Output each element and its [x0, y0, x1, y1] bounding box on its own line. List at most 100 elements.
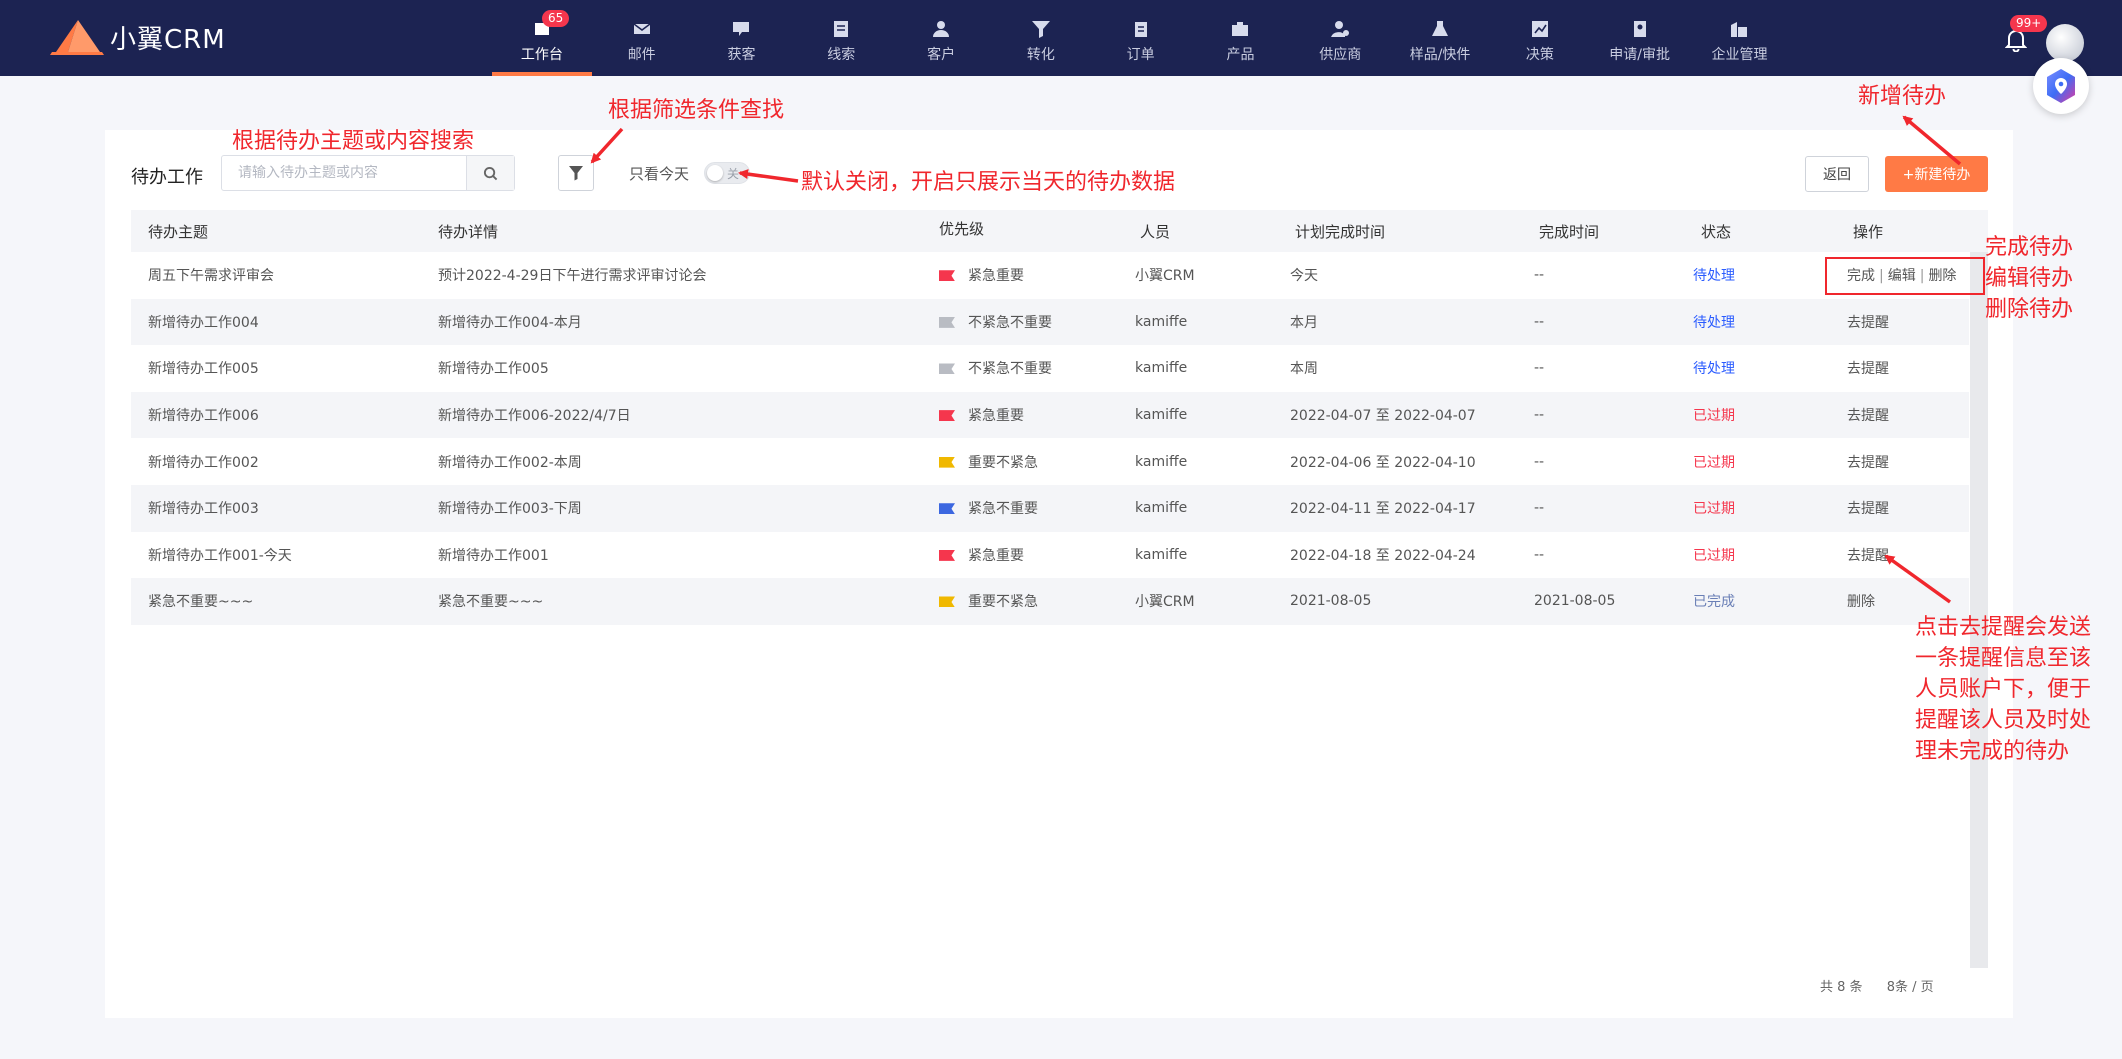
- nav-item-label: 客户: [927, 47, 956, 63]
- nav-item-9[interactable]: 供应商: [1290, 0, 1390, 76]
- chart-icon: [1529, 18, 1551, 40]
- todo-priority: 紧急重要: [939, 405, 1024, 425]
- row-action-link[interactable]: 去提醒: [1847, 455, 1889, 471]
- priority-label: 紧急重要: [968, 408, 1024, 425]
- row-action-link[interactable]: 去提醒: [1847, 315, 1889, 331]
- row-action-link[interactable]: 去提醒: [1847, 501, 1889, 517]
- row-action-link[interactable]: 去提醒: [1847, 408, 1889, 424]
- table-row[interactable]: 新增待办工作002 新增待办工作002-本周 重要不紧急 kamiffe 2022-04…: [131, 438, 1969, 485]
- table-row[interactable]: 新增待办工作005 新增待办工作005 不紧急不重要 kamiffe 本周 -- 待处理 去提…: [131, 345, 1969, 392]
- priority-flag-icon: [939, 270, 955, 282]
- todo-person: kamiffe: [1135, 360, 1188, 377]
- toggle-knob: [707, 165, 723, 181]
- todo-subject: 紧急不重要~~~: [148, 594, 254, 611]
- annotation-remind: 点击去提醒会发送 一条提醒信息至该 人员账户下，便于 提醒该人员及时处 理未完成…: [1915, 612, 2091, 767]
- annotation-ops: 完成待办 编辑待办 删除待办: [1985, 232, 2073, 325]
- todo-subject: 新增待办工作003: [148, 501, 259, 518]
- annotation-remind-line: 理未完成的待办: [1915, 739, 2070, 764]
- nav-item-6[interactable]: 转化: [991, 0, 1091, 76]
- search-icon: [483, 166, 498, 180]
- nav-item-8[interactable]: 产品: [1191, 0, 1291, 76]
- todo-table: 待办主题 待办详情 优先级 人员 计划完成时间 完成时间 状态 操作 周五下午需…: [131, 210, 1988, 625]
- row-actions: 删除: [1847, 591, 1875, 611]
- back-button[interactable]: 返回: [1805, 156, 1869, 192]
- nav-item-1[interactable]: 工作台 65: [492, 0, 592, 76]
- row-actions: 去提醒: [1847, 312, 1889, 332]
- assistant-logo-icon: [2047, 69, 2075, 103]
- row-action-link[interactable]: 去提醒: [1847, 361, 1889, 377]
- row-action-link[interactable]: 去提醒: [1847, 548, 1889, 564]
- order-icon: [1130, 18, 1152, 40]
- todo-planned-time: 本月: [1290, 314, 1318, 331]
- todo-planned-time: 今天: [1290, 268, 1318, 285]
- todo-done-time: --: [1534, 500, 1545, 517]
- pagination: 共 8 条 8条 / 页: [1820, 976, 1934, 995]
- table-scrollbar[interactable]: [1970, 252, 1988, 968]
- nav-item-3[interactable]: 获客: [692, 0, 792, 76]
- nav-item-5[interactable]: 客户: [891, 0, 991, 76]
- row-actions: 去提醒: [1847, 358, 1889, 378]
- new-todo-button[interactable]: +新建待办: [1885, 156, 1988, 192]
- nav-item-2[interactable]: 邮件: [592, 0, 692, 76]
- todo-detail: 新增待办工作005: [438, 361, 549, 378]
- supplier-icon: [1329, 18, 1351, 40]
- todo-priority: 紧急不重要: [939, 498, 1038, 518]
- row-actions: 去提醒: [1847, 498, 1889, 518]
- todo-person: kamiffe: [1135, 453, 1188, 470]
- search-button[interactable]: [466, 156, 514, 190]
- nav-item-label: 线索: [827, 47, 856, 63]
- lead-icon: [830, 18, 852, 40]
- annotation-filter: 根据筛选条件查找: [608, 98, 785, 123]
- column-header-person: 人员: [1140, 222, 1171, 241]
- annotation-ops-edit: 编辑待办: [1985, 266, 2074, 291]
- todo-person: kamiffe: [1135, 313, 1188, 330]
- today-only-toggle[interactable]: 关: [704, 162, 750, 184]
- priority-flag-icon: [939, 410, 955, 422]
- notification-badge: 99+: [2010, 15, 2048, 32]
- search-input[interactable]: [222, 156, 466, 190]
- table-row[interactable]: 新增待办工作006 新增待办工作006-2022/4/7日 紧急重要 kamiffe 2…: [131, 391, 1969, 439]
- table-row[interactable]: 新增待办工作003 新增待办工作003-下周 紧急不重要 kamiffe 2022-04…: [131, 484, 1969, 532]
- annotation-toggle: 默认关闭，开启只展示当天的待办数据: [801, 170, 1176, 195]
- row-action-link[interactable]: 删除: [1847, 594, 1875, 610]
- todo-subject: 新增待办工作002: [148, 454, 259, 471]
- todo-subject: 新增待办工作001-今天: [148, 547, 292, 564]
- building-icon: [1728, 18, 1750, 40]
- filter-button[interactable]: [558, 155, 594, 191]
- nav-item-10[interactable]: 样品/快件: [1390, 0, 1490, 76]
- table-row[interactable]: 新增待办工作004 新增待办工作004-本月 不紧急不重要 kamiffe 本月 -- 待处…: [131, 298, 1969, 346]
- status-badge: 已完成: [1693, 594, 1735, 611]
- annotation-remind-line: 一条提醒信息至该: [1915, 646, 2092, 671]
- nav-item-label: 获客: [727, 47, 756, 63]
- todo-done-time: 2021-08-05: [1534, 593, 1616, 610]
- todo-person: 小翼CRM: [1135, 268, 1195, 285]
- todo-done-time: --: [1534, 313, 1545, 330]
- user-avatar[interactable]: [2046, 24, 2084, 62]
- nav-item-label: 申请/审批: [1609, 47, 1671, 63]
- nav-item-13[interactable]: 企业管理: [1690, 0, 1790, 76]
- todo-person: 小翼CRM: [1135, 594, 1195, 611]
- app-logo[interactable]: 小翼CRM: [50, 18, 226, 56]
- todo-priority: 紧急重要: [939, 545, 1024, 565]
- priority-flag-icon: [939, 456, 955, 468]
- priority-flag-icon: [939, 316, 955, 328]
- assistant-float-button[interactable]: [2033, 58, 2089, 114]
- row-actions: 去提醒: [1847, 405, 1889, 425]
- nav-item-12[interactable]: 申请/审批: [1590, 0, 1690, 76]
- todo-detail: 新增待办工作003-下周: [438, 501, 582, 518]
- todo-detail: 紧急不重要~~~: [438, 594, 544, 611]
- status-badge: 待处理: [1693, 361, 1735, 378]
- table-row[interactable]: 紧急不重要~~~ 紧急不重要~~~ 重要不紧急 小翼CRM 2021-08-05 2021…: [131, 578, 1969, 625]
- status-badge: 已过期: [1693, 408, 1735, 425]
- todo-done-time: --: [1534, 267, 1545, 284]
- todo-person: kamiffe: [1135, 546, 1188, 563]
- nav-item-11[interactable]: 决策: [1490, 0, 1590, 76]
- priority-label: 不紧急不重要: [968, 361, 1052, 378]
- table-row[interactable]: 新增待办工作001-今天 新增待办工作001 紧急重要 kamiffe 2022-04-…: [131, 532, 1969, 579]
- pagination-page-size[interactable]: 8条 / 页: [1887, 980, 1934, 995]
- product-icon: [1229, 18, 1251, 40]
- todo-priority: 重要不紧急: [939, 452, 1038, 472]
- nav-item-7[interactable]: 订单: [1091, 0, 1191, 76]
- table-row[interactable]: 周五下午需求评审会 预计2022-4-29日下午进行需求评审讨论会 紧急重要 小翼CR…: [131, 252, 1969, 299]
- nav-item-4[interactable]: 线索: [791, 0, 891, 76]
